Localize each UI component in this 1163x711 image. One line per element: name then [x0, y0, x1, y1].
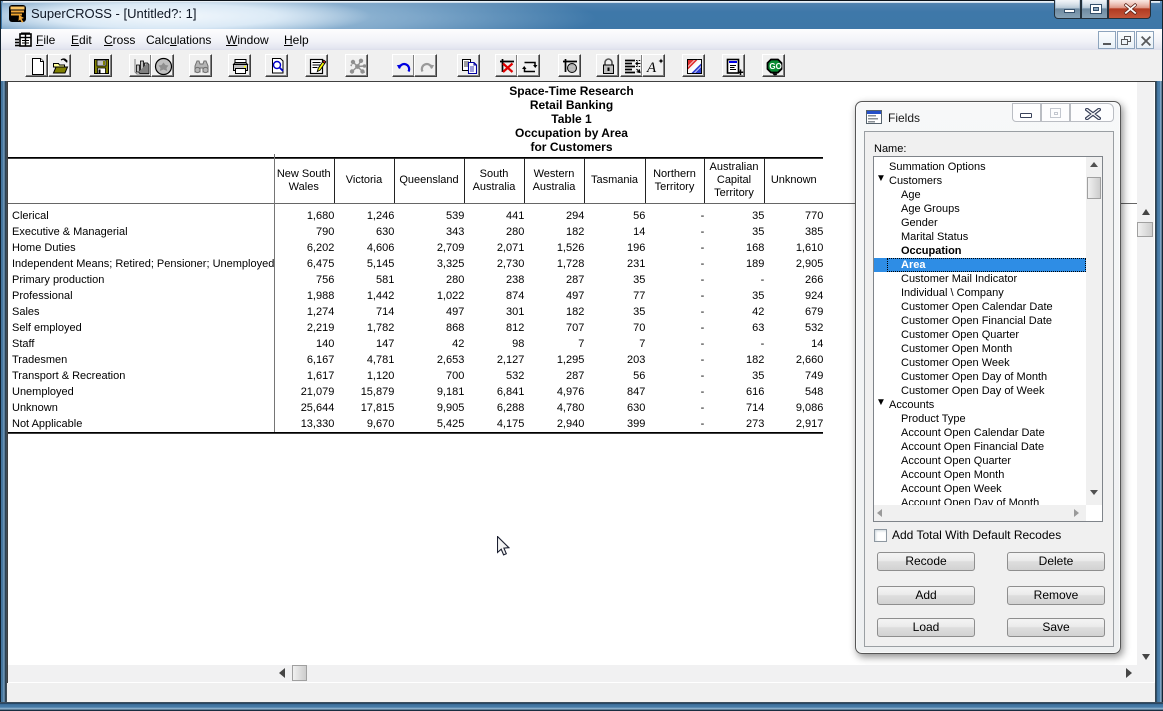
- svg-text:A: A: [646, 60, 657, 76]
- svg-text:GO: GO: [769, 62, 781, 71]
